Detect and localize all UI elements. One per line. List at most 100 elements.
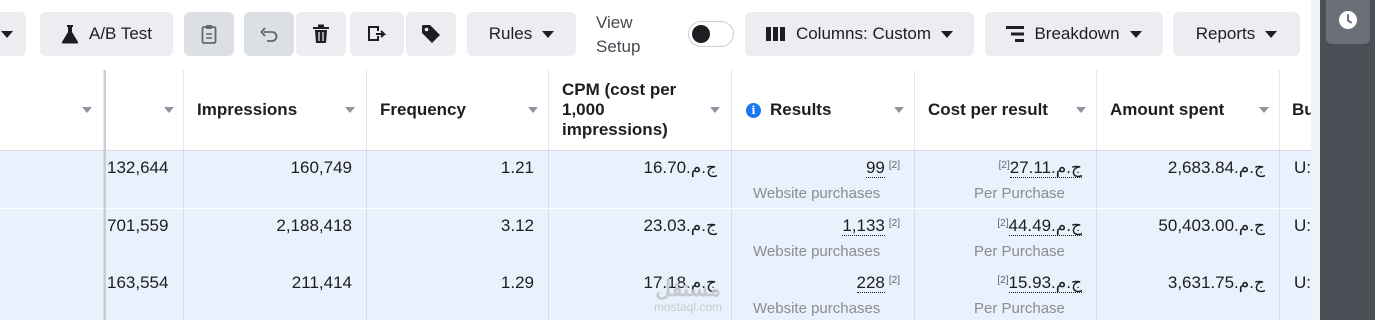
footnote-marker: [2] [997, 218, 1009, 229]
sort-icon[interactable] [894, 107, 904, 113]
results-cell[interactable]: 1,133 [2] Website purchases [732, 209, 915, 266]
cpm-header-line1: CPM (cost per [562, 80, 677, 99]
view-setup-line1: View [596, 13, 633, 32]
footnote-marker: [2] [888, 160, 900, 171]
clipboard-button[interactable] [184, 12, 234, 56]
impressions-value: 211,414 [291, 273, 352, 292]
sort-icon[interactable] [82, 107, 92, 113]
table-row[interactable]: 701,559 2,188,418 3.12 ج.م.23.03 1,133 [2… [0, 209, 1311, 266]
view-setup-line2: Setup [596, 37, 641, 56]
cpm-cell: ج.م.16.70 [549, 151, 732, 208]
rules-label: Rules [488, 24, 533, 43]
frequency-cell: 1.21 [367, 151, 549, 208]
reports-label: Reports [1195, 24, 1256, 43]
name-cell[interactable] [0, 151, 104, 208]
dropdown-button[interactable] [0, 12, 26, 56]
frequency-cell: 3.12 [367, 209, 549, 266]
results-type-label: Website purchases [753, 185, 881, 202]
cost-per-result-group: ج.م.27.11[2] [995, 158, 1082, 178]
sort-icon[interactable] [1076, 107, 1086, 113]
table-header: Impressions Frequency CPM (cost per 1,00… [0, 70, 1311, 151]
impressions-cell: 2,188,418 [184, 209, 367, 266]
view-setup-toggle[interactable] [688, 21, 734, 47]
columns-button[interactable]: Columns: Custom [745, 12, 974, 56]
chevron-down-icon [1265, 30, 1278, 38]
results-cell[interactable]: 228 [2] Website purchases [732, 266, 915, 320]
export-icon [366, 24, 388, 44]
amount-spent-value: ج.م.50,403.00 [1158, 216, 1265, 235]
column-header-amount-spent[interactable]: Amount spent [1097, 70, 1280, 150]
frozen-column-divider[interactable] [104, 70, 106, 320]
chevron-down-icon [1, 30, 13, 38]
next-value: U: [1294, 158, 1311, 177]
cost-per-result-header-label: Cost per result [928, 100, 1048, 119]
column-header-frequency[interactable]: Frequency [367, 70, 549, 150]
info-icon[interactable]: i [746, 102, 761, 118]
amount-spent-cell: ج.م.50,403.00 [1097, 209, 1280, 266]
undo-icon [259, 24, 279, 44]
table-row[interactable]: 132,644 160,749 1.21 ج.م.16.70 99 [2] Web… [0, 151, 1311, 208]
column-header-cost-per-result[interactable]: Cost per result [915, 70, 1097, 150]
name-cell[interactable] [0, 266, 104, 320]
column-header-reach[interactable] [106, 70, 184, 150]
next-cell: U: [1280, 266, 1311, 320]
results-value[interactable]: 1,133 [842, 216, 885, 236]
reports-button[interactable]: Reports [1173, 12, 1300, 56]
rules-button[interactable]: Rules [467, 12, 576, 56]
column-header-cpm[interactable]: CPM (cost per 1,000 impressions) [549, 70, 732, 150]
cpm-header-line2: 1,000 [562, 100, 605, 119]
delete-button[interactable] [296, 12, 346, 56]
undo-button[interactable] [244, 12, 294, 56]
column-header-impressions[interactable]: Impressions [184, 70, 367, 150]
sort-icon[interactable] [710, 107, 720, 113]
amount-spent-cell: ج.م.3,631.75 [1097, 266, 1280, 320]
name-cell[interactable] [0, 209, 104, 266]
sort-icon[interactable] [528, 107, 538, 113]
amount-spent-header-label: Amount spent [1110, 100, 1225, 119]
export-button[interactable] [350, 12, 404, 56]
ab-test-label: A/B Test [89, 24, 152, 43]
cpm-value: ج.م.23.03 [643, 216, 718, 235]
cost-per-result-cell[interactable]: ج.م.15.93[2] Per Purchase [915, 266, 1097, 320]
frequency-cell: 1.29 [367, 266, 549, 320]
cost-per-result-cell[interactable]: ج.م.44.49[2] Per Purchase [915, 209, 1097, 266]
vertical-scrollbar[interactable] [1311, 0, 1320, 320]
cost-per-result-value[interactable]: ج.م.27.11 [1009, 158, 1082, 178]
sort-icon[interactable] [164, 107, 174, 113]
clipboard-icon [201, 24, 217, 44]
results-value[interactable]: 228 [856, 273, 885, 293]
cpm-header-label: CPM (cost per 1,000 impressions) [562, 80, 676, 140]
results-value[interactable]: 99 [865, 158, 885, 178]
impressions-header-label: Impressions [197, 100, 298, 119]
watermark-url: mostaql.com [653, 300, 723, 314]
breakdown-button[interactable]: Breakdown [985, 12, 1163, 56]
results-type-label: Website purchases [753, 300, 881, 317]
next-cell: U: [1280, 151, 1311, 208]
right-side-panel [1320, 0, 1375, 320]
cost-per-result-value[interactable]: ج.م.44.49 [1008, 216, 1082, 236]
cost-per-result-type-label: Per Purchase [974, 300, 1065, 317]
history-button[interactable] [1326, 0, 1370, 44]
cost-per-result-value[interactable]: ج.م.15.93 [1008, 273, 1082, 293]
column-header-results[interactable]: i Results [732, 70, 915, 150]
breakdown-icon [1006, 26, 1025, 42]
column-header-next[interactable]: Bu [1280, 70, 1311, 150]
frequency-value: 1.21 [500, 158, 534, 177]
cost-per-result-cell[interactable]: ج.م.27.11[2] Per Purchase [915, 151, 1097, 208]
reach-cell: 132,644 [106, 151, 184, 208]
amount-spent-value: ج.م.2,683.84 [1167, 158, 1265, 177]
reach-cell: 701,559 [106, 209, 184, 266]
ab-test-button[interactable]: A/B Test [40, 12, 173, 56]
column-header-name[interactable] [0, 70, 104, 150]
clock-icon [1338, 10, 1358, 35]
sort-icon[interactable] [1259, 107, 1269, 113]
impressions-cell: 211,414 [184, 266, 367, 320]
sort-icon[interactable] [345, 107, 355, 113]
tag-button[interactable] [406, 12, 456, 56]
results-cell[interactable]: 99 [2] Website purchases [732, 151, 915, 208]
amount-spent-cell: ج.م.2,683.84 [1097, 151, 1280, 208]
impressions-value: 160,749 [290, 158, 352, 177]
toolbar: A/B Test Rules View Setup Columns: Custo… [0, 0, 1311, 70]
chevron-down-icon [941, 30, 954, 38]
cost-per-result-group: ج.م.44.49[2] [993, 216, 1082, 236]
